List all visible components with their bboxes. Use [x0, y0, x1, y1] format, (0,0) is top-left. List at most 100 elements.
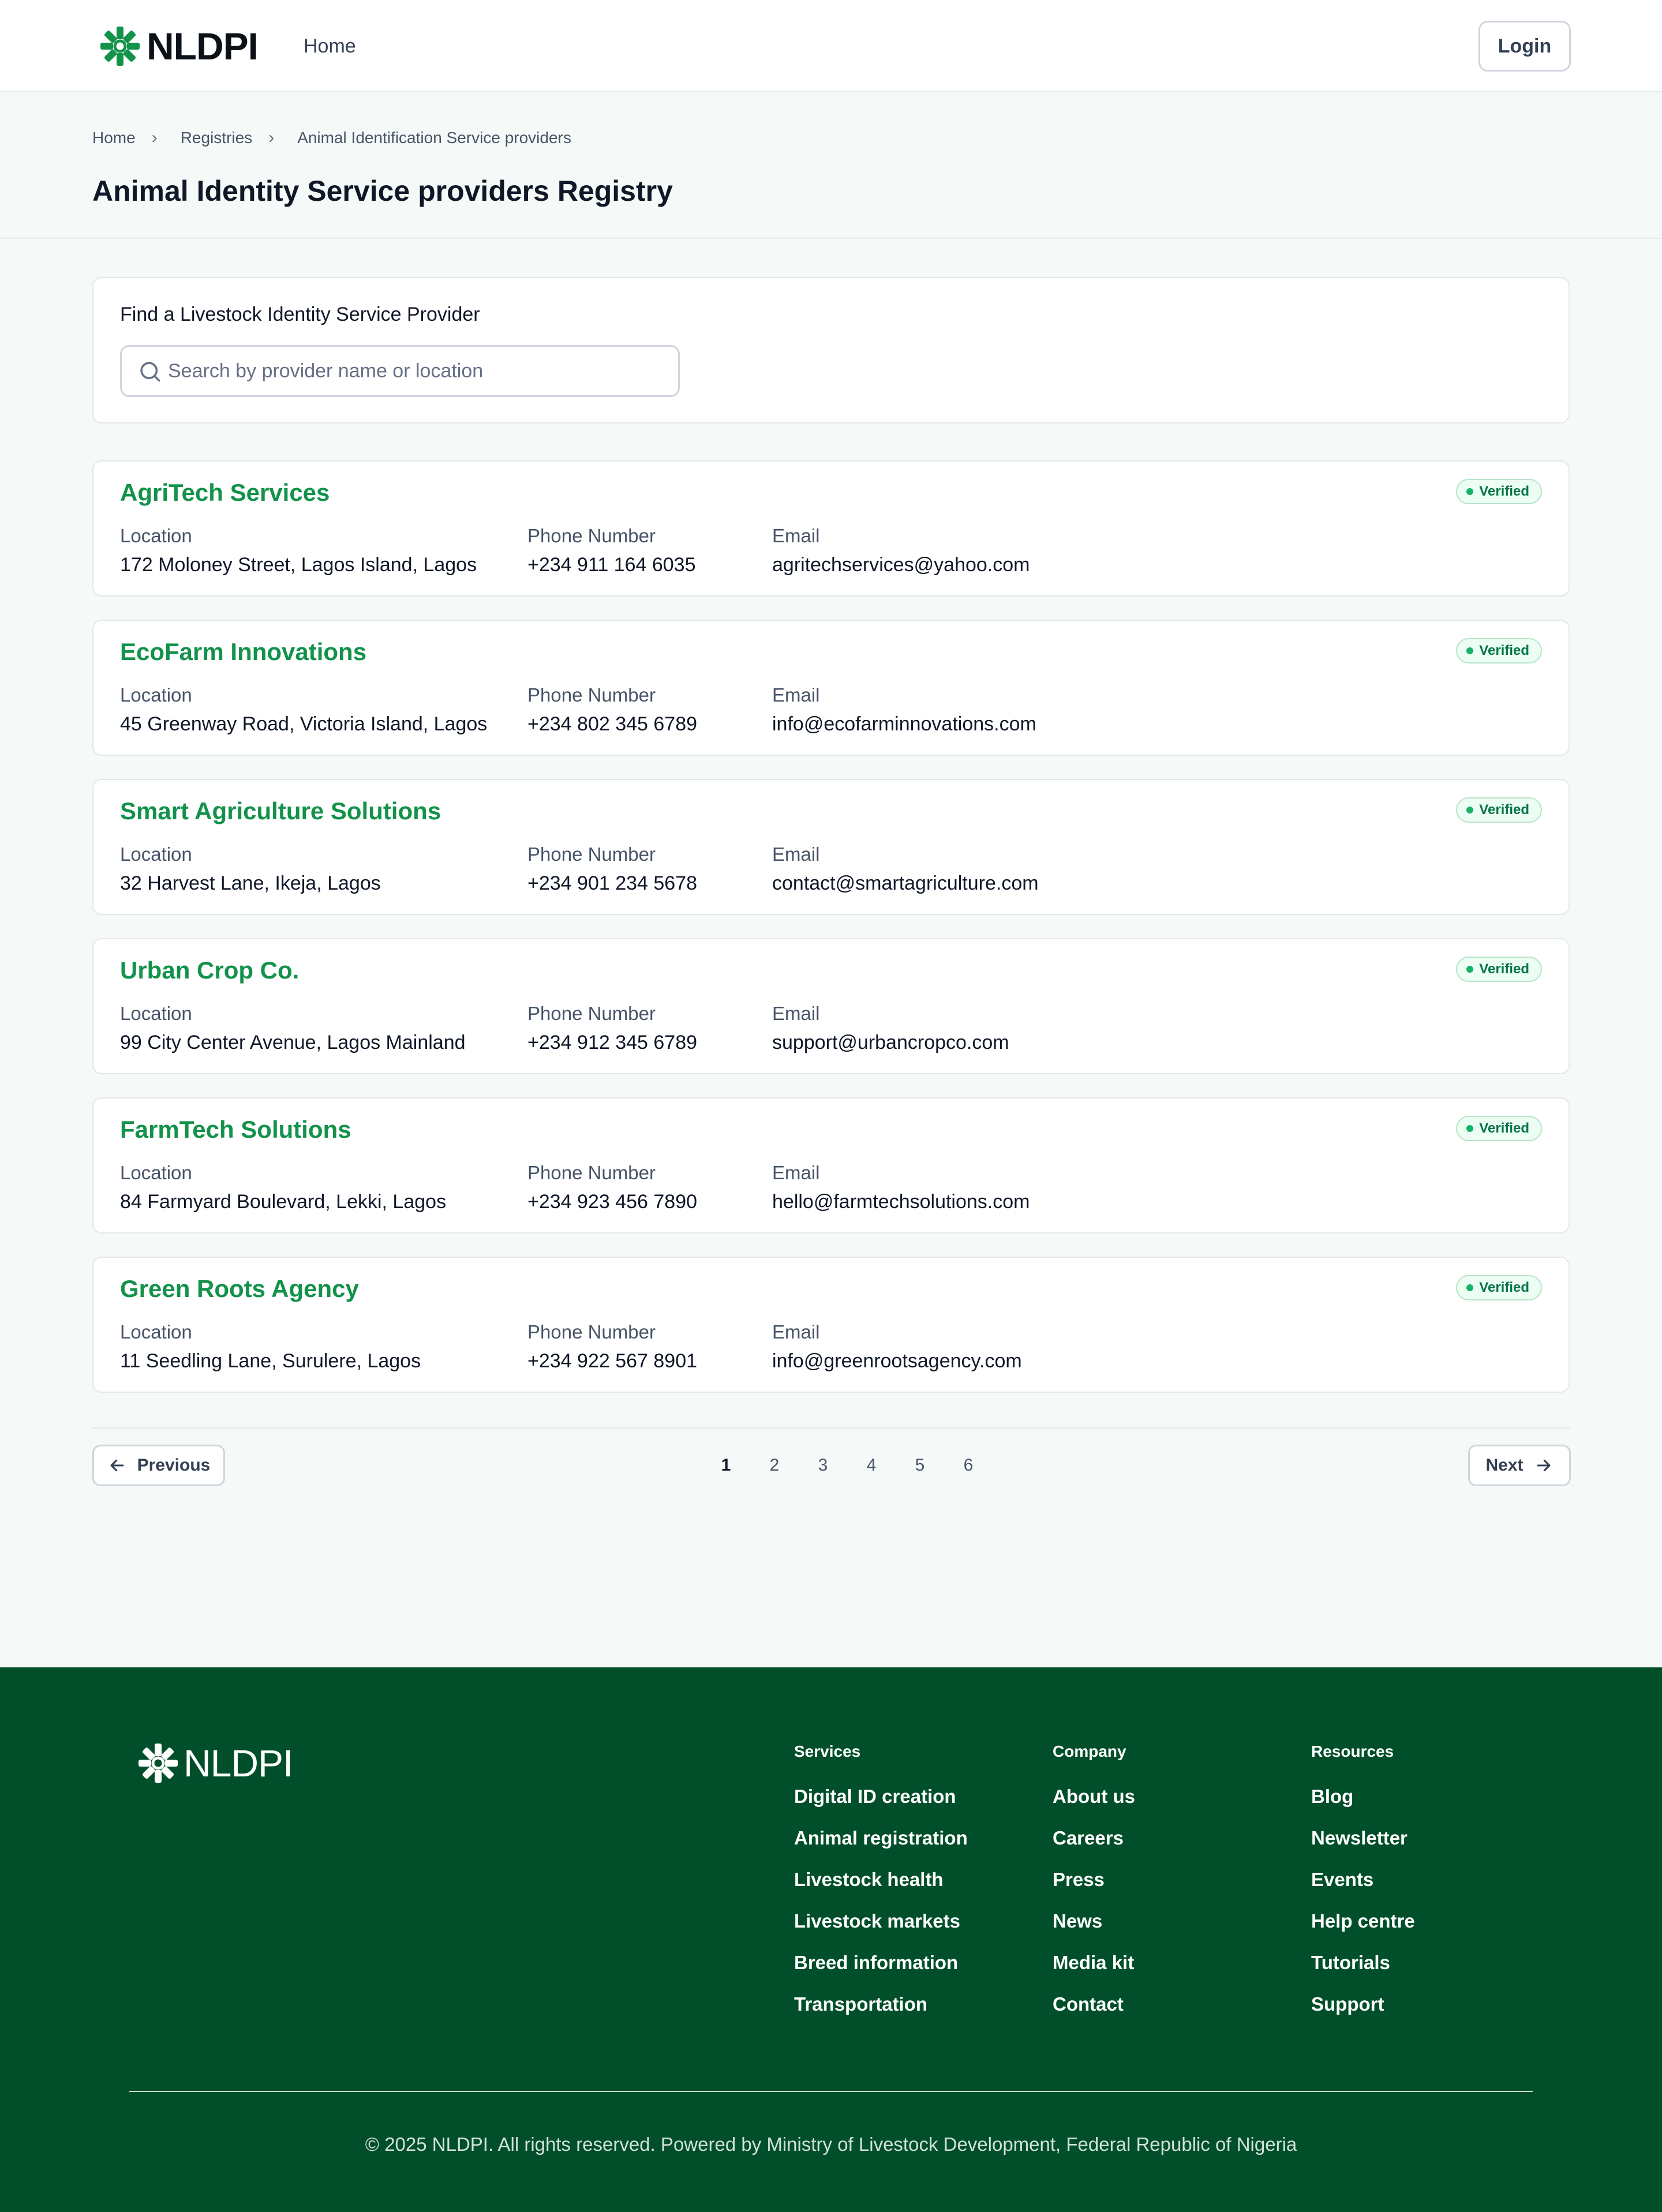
breadcrumb: Home › Registries › Animal Identificatio… [92, 128, 571, 148]
provider-name[interactable]: AgriTech Services [120, 479, 330, 507]
footer-link[interactable]: Newsletter [1311, 1827, 1415, 1850]
page-4-button[interactable]: 4 [847, 1445, 896, 1486]
verified-badge: Verified [1456, 479, 1542, 504]
badge-label: Verified [1479, 961, 1529, 977]
footer-link[interactable]: News [1053, 1910, 1135, 1933]
email-label: Email [772, 1003, 820, 1024]
footer-link[interactable]: Careers [1053, 1827, 1135, 1850]
badge-label: Verified [1479, 1280, 1529, 1295]
footer-link[interactable]: About us [1053, 1785, 1135, 1808]
phone-value: +234 802 345 6789 [527, 713, 698, 735]
search-box[interactable] [120, 345, 680, 397]
footer-link[interactable]: Digital ID creation [794, 1785, 968, 1808]
location-label: Location [120, 1162, 192, 1183]
location-label: Location [120, 1321, 192, 1343]
badge-label: Verified [1479, 802, 1529, 818]
provider-name[interactable]: Urban Crop Co. [120, 957, 299, 984]
search-input[interactable] [168, 347, 670, 395]
search-label: Find a Livestock Identity Service Provid… [120, 303, 480, 325]
badge-label: Verified [1479, 483, 1529, 499]
footer-column-resources: Resources Blog Newsletter Events Help ce… [1311, 1742, 1415, 2034]
location-label: Location [120, 684, 192, 706]
status-dot-icon [1466, 1125, 1474, 1132]
email-value: info@greenrootsagency.com [772, 1350, 1022, 1372]
site-footer: NLDPI Services Digital ID creation Anima… [0, 1667, 1662, 2212]
provider-card[interactable]: Green Roots Agency Verified Location 11 … [92, 1257, 1570, 1393]
verified-badge: Verified [1456, 957, 1542, 982]
page-3-button[interactable]: 3 [799, 1445, 847, 1486]
page-6-button[interactable]: 6 [944, 1445, 993, 1486]
provider-card[interactable]: FarmTech Solutions Verified Location 84 … [92, 1097, 1570, 1234]
breadcrumb-registries[interactable]: Registries [181, 129, 252, 147]
page-5-button[interactable]: 5 [896, 1445, 944, 1486]
page-title: Animal Identity Service providers Regist… [92, 175, 673, 207]
phone-label: Phone Number [527, 843, 656, 865]
logo-text: NLDPI [147, 25, 259, 68]
previous-label: Previous [137, 1456, 211, 1475]
footer-link[interactable]: Events [1311, 1868, 1415, 1891]
footer-link[interactable]: Help centre [1311, 1910, 1415, 1933]
footer-link[interactable]: Press [1053, 1868, 1135, 1891]
footer-link[interactable]: Contact [1053, 1993, 1135, 2016]
arrow-right-icon [1537, 1459, 1550, 1472]
footer-link[interactable]: Breed information [794, 1951, 968, 1974]
provider-name[interactable]: FarmTech Solutions [120, 1116, 351, 1144]
verified-badge: Verified [1456, 638, 1542, 663]
footer-column-company: Company About us Careers Press News Medi… [1053, 1742, 1135, 2034]
provider-card[interactable]: Urban Crop Co. Verified Location 99 City… [92, 938, 1570, 1074]
footer-link[interactable]: Livestock health [794, 1868, 968, 1891]
arrow-left-icon [110, 1459, 124, 1472]
footer-link[interactable]: Support [1311, 1993, 1415, 2016]
footer-link[interactable]: Media kit [1053, 1951, 1135, 1974]
page-2-button[interactable]: 2 [750, 1445, 799, 1486]
phone-label: Phone Number [527, 1321, 656, 1343]
breadcrumb-current[interactable]: Animal Identification Service providers [297, 129, 571, 147]
badge-label: Verified [1479, 1120, 1529, 1136]
verified-badge: Verified [1456, 1116, 1542, 1141]
provider-name[interactable]: Green Roots Agency [120, 1275, 359, 1303]
next-page-button[interactable]: Next [1468, 1445, 1571, 1486]
phone-value: +234 901 234 5678 [527, 872, 698, 894]
status-dot-icon [1466, 1284, 1474, 1291]
footer-link[interactable]: Animal registration [794, 1827, 968, 1850]
provider-name[interactable]: Smart Agriculture Solutions [120, 797, 441, 825]
provider-card[interactable]: Smart Agriculture Solutions Verified Loc… [92, 779, 1570, 915]
location-value: 99 City Center Avenue, Lagos Mainland [120, 1032, 466, 1053]
location-value: 32 Harvest Lane, Ikeja, Lagos [120, 872, 381, 894]
email-label: Email [772, 1162, 820, 1183]
chevron-right-icon: › [151, 128, 158, 147]
status-dot-icon [1466, 488, 1474, 495]
nav-home-link[interactable]: Home [304, 32, 356, 60]
footer-link[interactable]: Livestock markets [794, 1910, 968, 1933]
email-value: agritechservices@yahoo.com [772, 554, 1030, 576]
footer-link[interactable]: Blog [1311, 1785, 1415, 1808]
pagination-divider [92, 1427, 1570, 1429]
footer-link[interactable]: Tutorials [1311, 1951, 1415, 1974]
provider-card[interactable]: AgriTech Services Verified Location 172 … [92, 460, 1570, 597]
nldpi-logo[interactable]: NLDPI [96, 25, 259, 68]
email-label: Email [772, 684, 820, 706]
login-button[interactable]: Login [1478, 21, 1571, 72]
breadcrumb-home[interactable]: Home [92, 129, 136, 147]
footer-column-title: Resources [1311, 1742, 1394, 1760]
location-value: 172 Moloney Street, Lagos Island, Lagos [120, 554, 477, 576]
footer-logo-text: NLDPI [184, 1742, 293, 1784]
verified-badge: Verified [1456, 1275, 1542, 1300]
search-card: Find a Livestock Identity Service Provid… [92, 277, 1570, 423]
email-label: Email [772, 525, 820, 546]
page-1-button[interactable]: 1 [702, 1445, 750, 1486]
footer-logo[interactable]: NLDPI [134, 1741, 293, 1785]
footer-link[interactable]: Transportation [794, 1993, 968, 2016]
page-numbers: 1 2 3 4 5 6 [702, 1445, 993, 1486]
provider-name[interactable]: EcoFarm Innovations [120, 638, 366, 666]
provider-card[interactable]: EcoFarm Innovations Verified Location 45… [92, 620, 1570, 756]
search-icon [140, 362, 160, 382]
status-dot-icon [1466, 647, 1474, 654]
footer-divider [129, 2091, 1533, 2092]
phone-label: Phone Number [527, 684, 656, 706]
brand-sunburst-icon [138, 1744, 178, 1783]
location-value: 11 Seedling Lane, Surulere, Lagos [120, 1350, 421, 1372]
phone-label: Phone Number [527, 1162, 656, 1183]
email-label: Email [772, 1321, 820, 1343]
previous-page-button[interactable]: Previous [92, 1445, 225, 1486]
